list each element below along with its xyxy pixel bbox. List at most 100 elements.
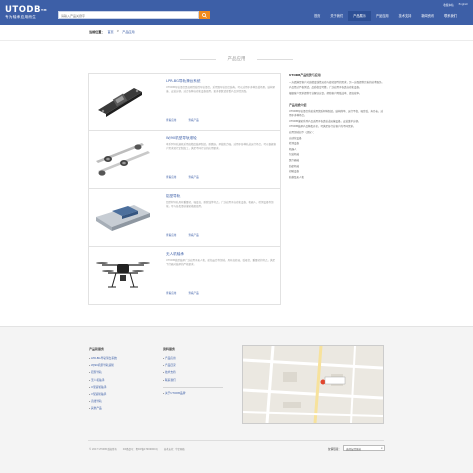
breadcrumb: 当前位置： 首页 > 产品应用 [89,29,135,34]
side-description: UTODB产品优势与应用 一方面满足客户对高精度线性运动与旋转部件的需求，另一方… [289,73,385,181]
roller-icon [96,143,150,176]
side-paragraph: UTODB导轨滑台系统采用优质材料制造，结构简单、运行平稳、噪音低、寿命长，适用… [289,110,383,118]
footer-rule [163,386,223,388]
view-application-link[interactable]: 查看应用 [166,233,176,237]
map-graphic [243,346,383,423]
friend-links-label: 友情链接： [328,448,341,451]
footer-products-column: 产品和服务 LPR-BG导轨滑台系统 WJ90机型导轨滚轮 铝型导轨 无人机轴承… [89,347,117,413]
product-title[interactable]: WJ90机型导轨滚轮 [166,136,197,141]
side-app-item: 医疗器械 [289,158,300,162]
main-nav: 首页 关于我们 产品展示 产品应用 技术支持 新闻资讯 联系我们 [309,11,462,21]
product-card[interactable]: LPR-BG导轨滑台系统 UTODB导轨滑台是高刚性线性导轨滑台，采用双导轨组合… [88,73,281,131]
side-app-item: 检测设备 [289,142,300,146]
icp-text[interactable]: ICP备案号：粤ICP备17000000号 [123,447,158,451]
side-apps-title: 应用领域如下（部分）： [289,130,316,134]
friend-links-value: 选择友情链接 [346,448,362,451]
side-app-item: 自动化设备 [289,136,302,140]
view-product-link[interactable]: 查看产品 [188,291,198,295]
product-card[interactable]: WJ90机型导轨滚轮 本系列导轨滚轮采用高精度轴承制造，耐磨损，承载能力强，适用… [88,131,281,189]
side-paragraph: 根据客户需求提供专业解决方案，帮助客户降低成本、提高效率。 [289,91,362,95]
product-links: 查看应用 查看产品 [166,118,199,122]
tech-support-text[interactable]: 技术支持：华企网络 [164,447,185,451]
english-link[interactable]: English [459,3,468,7]
side-paragraph: 一方面满足客户对高精度线性运动与旋转部件的需求，另一方面提供完善的技术服务。 [289,80,385,84]
nav-contact[interactable]: 联系我们 [439,11,462,21]
chevron-down-icon: ▾ [381,446,383,450]
footer-link[interactable]: U型滚轮轴承 [89,384,117,391]
footer-column-title: 资料服务 [163,347,176,351]
side-app-item: 印刷设备 [289,170,300,174]
product-title[interactable]: 铝型导轨 [166,194,180,199]
nav-home[interactable]: 首页 [309,11,325,21]
nav-products[interactable]: 产品展示 [348,11,371,21]
view-product-link[interactable]: 查看产品 [188,118,198,122]
side-paragraph: 产品经过严格测试，品质稳定可靠，广泛应用于各类自动化设备。 [289,86,362,90]
slogan: 专为轴承应用而生 [5,15,37,19]
side-app-item: 纺织机械 [289,164,300,168]
product-links: 查看应用 查看产品 [166,291,199,295]
product-card[interactable]: 无人机轴承 UTODB微型轴承广泛应用于无人机、航拍云台等领域，具有高转速、低噪… [88,247,281,305]
view-product-link[interactable]: 查看产品 [188,175,198,179]
footer-service-column: 资料服务 产品应用 产品目录 技术支持 联系我们 关于UTODB品牌 [163,347,223,398]
footer [0,326,473,473]
search-box [58,11,199,19]
side-intro-title: UTODB产品优势与应用 [289,73,321,77]
search-icon [202,12,207,18]
product-links: 查看应用 查看产品 [166,233,199,237]
view-application-link[interactable]: 查看应用 [166,175,176,179]
side-range-title: 产品用途介绍 [289,102,307,107]
location-map[interactable] [242,345,384,424]
product-card[interactable]: 铝型导轨 铝型材导轨具有重量轻、强度高、耐腐蚀等特点，广泛应用于自动化设备、机器… [88,189,281,247]
footer-divider [0,326,473,327]
breadcrumb-label: 当前位置： [89,30,105,34]
footer-bottom-rule [88,440,384,441]
nav-news[interactable]: 新闻资讯 [416,11,439,21]
page-title: 产品应用 [227,57,246,62]
search-input[interactable] [61,14,191,18]
footer-link[interactable]: V型滚轮轴承 [89,391,117,398]
product-title[interactable]: LPR-BG导轨滑台系统 [166,79,200,84]
footer-link[interactable]: 产品应用 [163,355,223,362]
copyright: © 2017 UTODB 版权所有 ICP备案号：粤ICP备17000000号 … [89,447,185,451]
footer-link[interactable]: 产品目录 [163,362,223,369]
footer-link[interactable]: 无人机轴承 [89,377,117,384]
side-paragraph: UTODB轴承产品种类齐全，可满足各行业客户的不同需求。 [289,125,356,129]
side-app-item: 包装机械 [289,153,300,157]
view-application-link[interactable]: 查看应用 [166,291,176,295]
footer-link[interactable]: 铝型导轨 [89,369,117,376]
product-title[interactable]: 无人机轴承 [166,252,184,257]
footer-link[interactable]: 其他产品 [89,405,117,412]
product-links: 查看应用 查看产品 [166,175,199,179]
view-application-link[interactable]: 查看应用 [166,118,176,122]
logo[interactable]: UTODBTM [5,6,47,15]
breadcrumb-current[interactable]: 产品应用 [122,29,134,34]
product-list: LPR-BG导轨滑台系统 UTODB导轨滑台是高刚性线性导轨滑台，采用双导轨组合… [88,73,281,305]
footer-link[interactable]: 关于UTODB品牌 [163,390,223,397]
linear-rail-icon [98,88,142,117]
breadcrumb-home[interactable]: 首页 [107,29,113,34]
friend-links-select[interactable]: 选择友情链接 ▾ [343,445,385,451]
side-app-item: 航模及无人机 [289,175,305,179]
drone-icon [96,262,150,288]
footer-link[interactable]: 联系我们 [163,377,223,384]
footer-link[interactable]: 直线导轨 [89,398,117,405]
nav-about[interactable]: 关于我们 [325,11,348,21]
top-links: 收藏本站 English [443,3,468,7]
bookmark-link[interactable]: 收藏本站 [443,3,453,7]
nav-support[interactable]: 技术支持 [394,11,417,21]
search-button[interactable] [199,11,210,19]
nav-applications[interactable]: 产品应用 [371,11,394,21]
title-rule-right [257,58,293,59]
divider [0,40,473,41]
product-description: 铝型材导轨具有重量轻、强度高、耐腐蚀等特点，广泛应用于自动化设备、机器人、检测设… [166,201,274,208]
side-paragraph: UTODB滚轮系列产品适用于各类轨道运输设备，安装维护方便。 [289,119,361,123]
footer-link[interactable]: WJ90机型导轨滚轮 [89,362,117,369]
footer-link[interactable]: LPR-BG导轨滑台系统 [89,355,117,362]
footer-link[interactable]: 技术支持 [163,369,223,376]
breadcrumb-separator: > [116,29,120,33]
product-description: UTODB导轨滑台是高刚性线性导轨滑台，采用双导轨组合结构，可以适用于多种负载场… [166,86,275,93]
product-description: 本系列导轨滚轮采用高精度轴承制造，耐磨损，承载能力强，适用于各种轨道运行场合，可… [166,143,277,150]
view-product-link[interactable]: 查看产品 [188,233,198,237]
copyright-text: © 2017 UTODB 版权所有 [89,448,117,451]
aluminium-rail-icon [96,205,150,231]
